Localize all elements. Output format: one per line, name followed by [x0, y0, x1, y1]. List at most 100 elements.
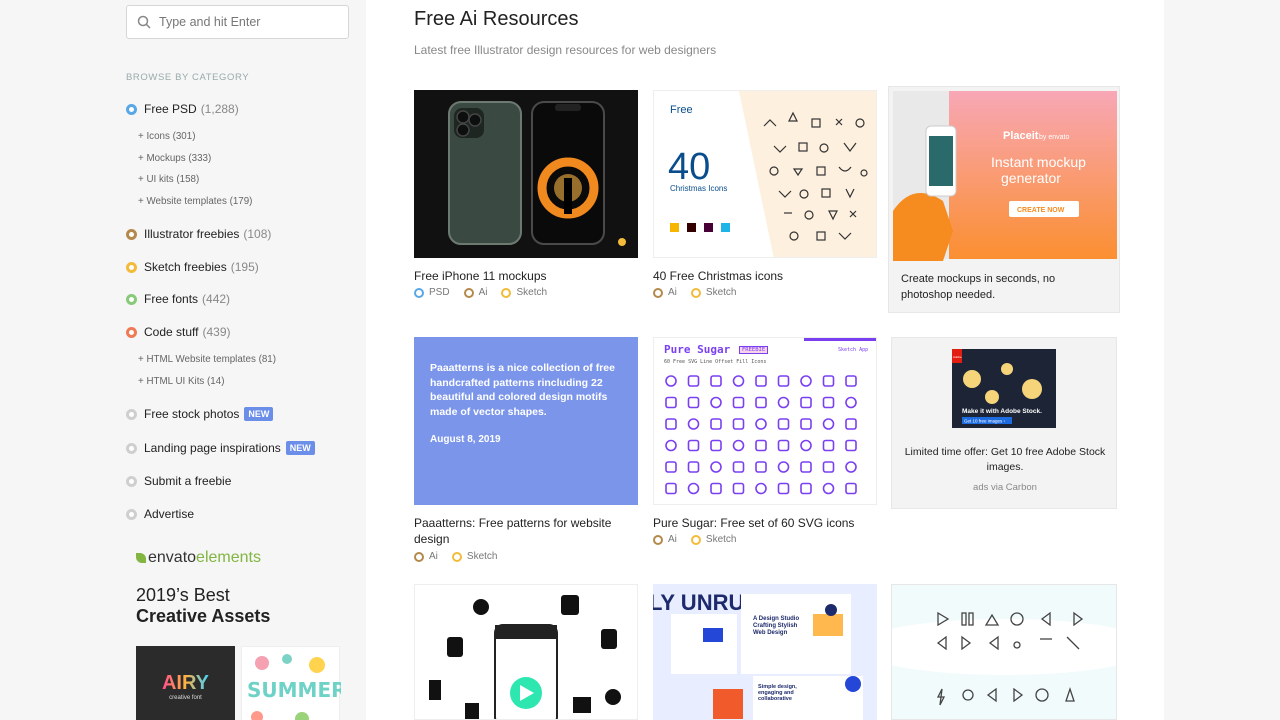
- subcategory-html-ui-kits[interactable]: + HTML UI Kits (14): [138, 376, 224, 387]
- category-dot-icon: [126, 408, 137, 420]
- card-web-icons[interactable]: [414, 584, 638, 720]
- sugar-icon: [710, 418, 722, 430]
- subcategory-ui-kits[interactable]: + UI kits (158): [138, 174, 199, 185]
- ad-text[interactable]: Create mockups in seconds, no photoshop …: [901, 271, 1106, 303]
- sugar-icon: [665, 418, 677, 430]
- christmas-free-label: Free: [670, 104, 693, 116]
- tag-ai[interactable]: Ai: [653, 534, 677, 545]
- airy-word: AIRY: [161, 671, 210, 694]
- category-label: Free fonts: [144, 292, 199, 306]
- card-image[interactable]: [891, 584, 1117, 720]
- ai-dot-icon: [414, 551, 424, 562]
- sugar-icon: [710, 375, 722, 387]
- card-image[interactable]: [414, 90, 638, 258]
- tag-psd[interactable]: PSD: [414, 287, 450, 298]
- category-code[interactable]: Code stuff (439): [126, 325, 231, 339]
- category-submit-freebie[interactable]: Submit a freebie: [126, 474, 231, 488]
- card-image[interactable]: [414, 584, 638, 720]
- card-iphone-mockups[interactable]: Free iPhone 11 mockups PSD Ai Sketch: [414, 90, 638, 320]
- placeit-ad-image: Placeit by envato Instant mockup generato…: [893, 91, 1117, 261]
- card-image[interactable]: Pure Sugar FREEBIE 60 Free SVG Line Offs…: [653, 337, 877, 505]
- sugar-icon: [732, 439, 745, 452]
- placeit-headline-1: Instant mockup: [991, 154, 1086, 170]
- category-illustrator[interactable]: Illustrator freebies (108): [126, 227, 271, 241]
- tag-sketch[interactable]: Sketch: [690, 534, 736, 545]
- sugar-icon: [665, 439, 677, 452]
- media-icons-grid: [892, 611, 1116, 706]
- category-landing-pages[interactable]: Landing page inspirations NEW: [126, 441, 315, 455]
- envato-elements-logo[interactable]: envato elements: [136, 549, 261, 567]
- card-image[interactable]: LY UNRUL A Design Studio Crafting Stylish…: [653, 584, 877, 720]
- tag-label: Sketch: [516, 287, 548, 298]
- tag-label: Ai: [478, 287, 488, 298]
- sugar-icon: [755, 375, 767, 387]
- tag-ai[interactable]: Ai: [414, 551, 438, 562]
- category-free-psd[interactable]: Free PSD (1,288): [126, 102, 239, 116]
- subcategory-mockups[interactable]: + Mockups (333): [138, 153, 211, 164]
- ad-carbon[interactable]: Adobe Make it with Adobe Stock. Get 10 f…: [891, 337, 1117, 509]
- sugar-icon: [710, 439, 722, 452]
- psd-dot-icon: [414, 287, 424, 298]
- sugar-icon: [732, 396, 745, 409]
- tag-ai[interactable]: Ai: [463, 287, 488, 298]
- card-title[interactable]: 40 Free Christmas icons: [653, 268, 877, 284]
- iphone-illustration: [448, 101, 626, 246]
- ad-text[interactable]: Limited time offer: Get 10 free Adobe St…: [900, 445, 1110, 475]
- card-title[interactable]: Free iPhone 11 mockups: [414, 268, 638, 284]
- sugar-icon: [710, 482, 722, 495]
- tag-sketch[interactable]: Sketch: [501, 287, 547, 298]
- promo-thumb-summer[interactable]: SUMMER: [241, 646, 347, 720]
- adobe-logo: Adobe: [953, 355, 962, 359]
- promo-thumb-airy[interactable]: AIRY creative font: [136, 646, 235, 720]
- sugar-icon: [755, 482, 767, 495]
- card-image[interactable]: Paaatterns is a nice collection of free …: [414, 337, 638, 505]
- search-input[interactable]: [159, 15, 339, 29]
- ads-via-carbon[interactable]: ads via Carbon: [892, 482, 1118, 493]
- subcategory-website-templates[interactable]: + Website templates (179): [138, 196, 252, 207]
- sugar-icon: [800, 418, 812, 430]
- placeit-by: by envato: [1039, 134, 1069, 141]
- christmas-sub: Christmas Icons: [670, 184, 727, 193]
- card-paaatterns[interactable]: Paaatterns is a nice collection of free …: [414, 337, 638, 567]
- tag-label: PSD: [429, 287, 450, 298]
- sugar-icon: [687, 482, 700, 495]
- card-tags: Ai Sketch: [653, 287, 750, 298]
- tag-label: Sketch: [466, 551, 498, 562]
- tag-label: Ai: [429, 551, 438, 562]
- tag-sketch[interactable]: Sketch: [451, 551, 498, 562]
- sugar-icon: [755, 439, 767, 452]
- sugar-icon: [732, 482, 745, 495]
- card-media-icons[interactable]: [891, 584, 1117, 720]
- paaatterns-text: Paaatterns is a nice collection of free …: [430, 362, 615, 418]
- subcategory-html-templates[interactable]: + HTML Website templates (81): [138, 354, 276, 365]
- promo-line-2: Creative Assets: [136, 606, 271, 626]
- card-pure-sugar[interactable]: Pure Sugar FREEBIE 60 Free SVG Line Offs…: [653, 337, 877, 567]
- sugar-icon: [800, 375, 812, 387]
- sugar-icon: [845, 482, 857, 495]
- sugar-icon: [687, 396, 700, 409]
- sugar-icon: [822, 396, 835, 409]
- tag-label: Ai: [668, 534, 677, 545]
- sugar-icon: [845, 439, 857, 452]
- paaatterns-date: August 8, 2019: [430, 434, 501, 445]
- card-title[interactable]: Pure Sugar: Free set of 60 SVG icons: [653, 515, 877, 531]
- category-label: Advertise: [144, 507, 195, 521]
- category-stock-photos[interactable]: Free stock photos NEW: [126, 407, 274, 421]
- tag-sketch[interactable]: Sketch: [690, 287, 736, 298]
- category-count: (108): [243, 227, 272, 241]
- card-christmas-icons[interactable]: Free 40 Christmas Icons 40 Free Christma…: [653, 90, 877, 320]
- sidebar: BROWSE BY CATEGORY Free PSD(1,288) + Ico…: [110, 0, 366, 720]
- ad-placeit[interactable]: Placeit by envato Instant mockup generato…: [888, 86, 1120, 313]
- tag-ai[interactable]: Ai: [653, 287, 677, 298]
- category-label: Free stock photos: [144, 407, 240, 421]
- category-fonts[interactable]: Free fonts (442): [126, 292, 230, 306]
- category-dot-icon: [126, 228, 137, 240]
- card-image[interactable]: Free 40 Christmas Icons: [653, 90, 877, 258]
- category-sketch[interactable]: Sketch freebies (195): [126, 260, 259, 274]
- category-advertise[interactable]: Advertise: [126, 507, 194, 521]
- search-box[interactable]: [126, 5, 349, 39]
- category-dot-icon: [126, 103, 137, 115]
- card-title[interactable]: Paaatterns: Free patterns for website de…: [414, 515, 638, 547]
- card-studio-landing[interactable]: LY UNRUL A Design Studio Crafting Stylish…: [653, 584, 877, 720]
- subcategory-icons[interactable]: + Icons (301): [138, 131, 195, 142]
